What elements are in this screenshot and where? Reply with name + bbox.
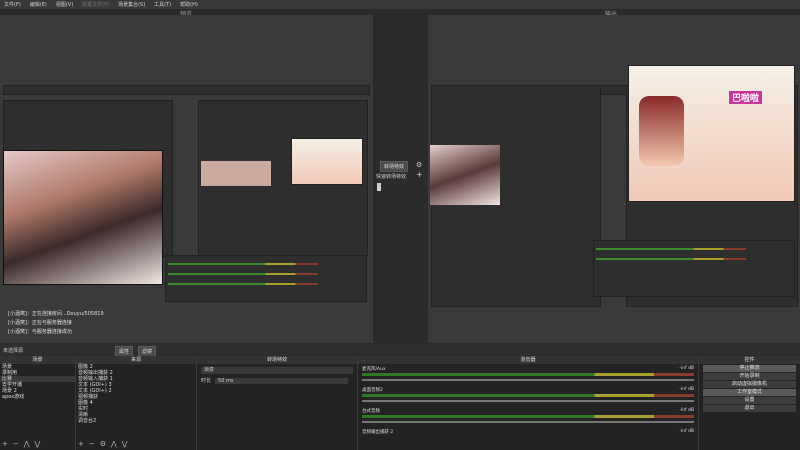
volume-slider[interactable] (362, 400, 694, 402)
scenes-dock: 场景 场景 录制用 比赛 去学开播 场景 2 apex游戏 + − ⋀ ⋁ (0, 356, 76, 450)
scene-item[interactable]: apex游戏 (0, 394, 75, 400)
remove-icon[interactable]: − (89, 440, 95, 448)
add-icon[interactable]: + (2, 440, 8, 448)
stop-stream-button[interactable]: 停止推流 (703, 365, 796, 372)
controls-dock: 控件 停止推流 开始录制 启动虚拟摄像机 工作室模式 设置 退出 (699, 356, 800, 450)
menu-tools[interactable]: 工具(T) (154, 1, 171, 8)
nested-mixer (593, 240, 795, 297)
mixer-track-db: -inf dB (679, 366, 694, 371)
source-item[interactable]: 调音台2 (76, 418, 196, 424)
mixer-track-name: 麦克风/Aux (362, 367, 386, 372)
t-bar-handle[interactable] (377, 183, 381, 191)
mixer-track-db: -inf dB (679, 387, 694, 392)
chat-line: [小酒窝]：与服务器连接成功 (8, 329, 72, 335)
mixer-track-name: 桌面音频2 (362, 388, 383, 393)
gear-icon[interactable]: ⚙ (416, 161, 422, 169)
scenes-title: 场景 (0, 356, 75, 364)
poster-image (291, 138, 363, 185)
menu-help[interactable]: 帮助(H) (180, 1, 198, 8)
menu-profile[interactable]: 配置文件(P) (82, 1, 109, 8)
volume-meter (362, 415, 694, 418)
chat-line: [小酒窝]：正在与服务器连接 (8, 320, 72, 326)
up-icon[interactable]: ⋀ (111, 440, 117, 448)
program-webcam (430, 145, 500, 205)
volume-meter (362, 394, 694, 397)
up-icon[interactable]: ⋀ (24, 440, 30, 448)
anime-character (639, 96, 684, 166)
transitions-dock: 转场特效 渐变 时长 50 ms (197, 356, 358, 450)
sources-dock: 来源 图像 2 音频输出捕获 2 音频输入捕获 1 文本 (GDI+) 3 文本… (76, 356, 197, 450)
transitions-title: 转场特效 (197, 356, 357, 364)
transition-select[interactable]: 渐变 (201, 367, 353, 374)
transition-button[interactable]: 转场特效 (380, 161, 409, 172)
remove-icon[interactable]: − (13, 440, 19, 448)
controls-title: 控件 (699, 356, 800, 364)
nested-window-bar (3, 85, 370, 95)
mixer-track-db: -inf dB (679, 429, 694, 434)
menu-view[interactable]: 视图(V) (56, 1, 73, 8)
webcam-source[interactable] (3, 150, 163, 285)
volume-meter (362, 373, 694, 376)
studio-mode-button[interactable]: 工作室模式 (703, 389, 796, 396)
menu-edit[interactable]: 编辑(E) (30, 1, 47, 8)
menu-bar: 文件(F) 编辑(E) 视图(V) 配置文件(P) 场景集合(S) 工具(T) … (0, 0, 800, 9)
exit-button[interactable]: 退出 (703, 405, 796, 412)
gear-icon[interactable]: ⚙ (100, 440, 106, 448)
quick-transition-label: 快速转场特效 (376, 174, 407, 180)
settings-button[interactable]: 设置 (703, 397, 796, 404)
start-recording-button[interactable]: 开始录制 (703, 373, 796, 380)
chat-log: [小酒窝]：正在连接房间...Douyu/505819 [小酒窝]：正在与服务器… (8, 310, 104, 337)
down-icon[interactable]: ⋁ (122, 440, 128, 448)
duration-input[interactable]: 50 ms (215, 377, 349, 384)
virtual-camera-button[interactable]: 启动虚拟摄像机 (703, 381, 796, 388)
volume-slider[interactable] (362, 379, 694, 381)
down-icon[interactable]: ⋁ (35, 440, 41, 448)
volume-slider[interactable] (362, 421, 694, 423)
add-icon[interactable]: + (416, 170, 423, 179)
nested-mixer (165, 255, 367, 302)
nested-program (198, 100, 368, 257)
poster-large: 巴啦啦 (628, 65, 795, 202)
duration-label: 时长 (201, 378, 212, 384)
sources-title: 来源 (76, 356, 196, 364)
mixer-track-name: 音频输出捕获 2 (362, 430, 394, 435)
menu-scene-collection[interactable]: 场景集合(S) (118, 1, 145, 8)
chat-line: [小酒窝]：正在连接房间...Douyu/505819 (8, 311, 104, 317)
poster-title: 巴啦啦 (729, 91, 763, 104)
mixer-track-db: -inf dB (679, 408, 694, 413)
mixer-title: 混音器 (358, 356, 698, 364)
source-toolbar: 未选择源 属性 滤镜 (0, 344, 800, 357)
program-canvas: 巴啦啦 (428, 15, 800, 343)
nested-webcam (201, 161, 271, 186)
no-source-label: 未选择源 (3, 348, 24, 354)
mixer-track-name: 台式音频 (362, 409, 380, 414)
mixer-dock: 混音器 麦克风/Aux -inf dB 桌面音频2 -inf dB 台式音频 -inf… (358, 356, 699, 450)
menu-file[interactable]: 文件(F) (4, 1, 21, 8)
transition-column: 转场特效 ⚙ 快速转场特效 + (374, 15, 427, 343)
add-icon[interactable]: + (78, 440, 84, 448)
